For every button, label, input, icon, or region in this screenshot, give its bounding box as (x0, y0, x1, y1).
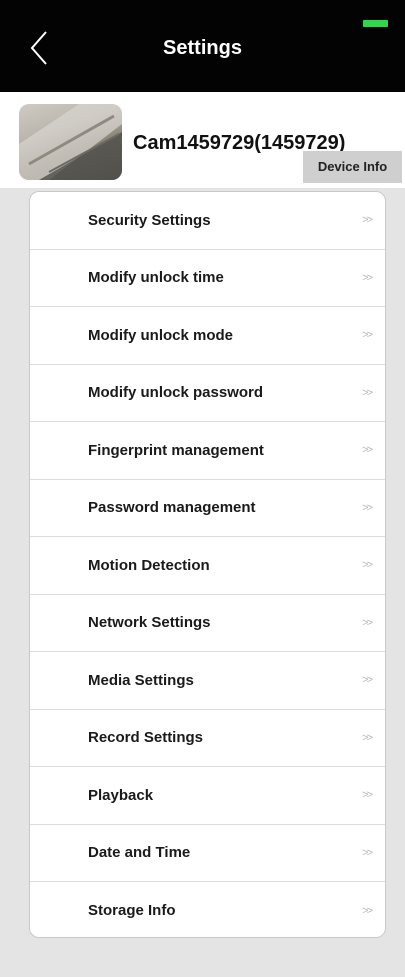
menu-item[interactable]: Record Settings >> (30, 710, 385, 767)
menu-item-label: Modify unlock time (88, 269, 224, 287)
double-chevron-right-icon: >> (362, 846, 373, 859)
page-title: Settings (163, 37, 242, 59)
double-chevron-right-icon: >> (362, 386, 373, 399)
menu-item-label: Playback (88, 786, 154, 804)
menu-item[interactable]: Modify unlock password >> (30, 365, 385, 422)
double-chevron-right-icon: >> (362, 789, 373, 802)
menu-item-label: Modify unlock mode (88, 326, 234, 344)
menu-item-label: Record Settings (88, 729, 204, 747)
top-nav-bar: Settings (0, 0, 405, 92)
menu-item[interactable]: Modify unlock mode >> (30, 307, 385, 365)
double-chevron-right-icon: >> (362, 329, 373, 342)
menu-item-label: Password management (88, 499, 256, 517)
menu-item-label: Motion Detection (88, 556, 210, 574)
menu-item[interactable]: Fingerprint management >> (30, 422, 385, 480)
menu-item[interactable]: Password management >> (30, 480, 385, 537)
menu-item[interactable]: Security Settings >> (30, 192, 385, 250)
camera-thumbnail[interactable] (19, 104, 122, 180)
settings-menu: Security Settings >> Modify unlock time >> M… (29, 191, 386, 938)
menu-item-label: Fingerprint management (88, 441, 264, 459)
menu-item[interactable]: Motion Detection >> (30, 537, 385, 595)
menu-item[interactable]: Playback >> (30, 767, 385, 825)
double-chevron-right-icon: >> (362, 559, 373, 572)
double-chevron-right-icon: >> (362, 444, 373, 457)
device-header: Cam1459729(1459729) Device Info (0, 92, 405, 188)
menu-item-label: Network Settings (88, 614, 211, 632)
menu-item-label: Security Settings (88, 211, 211, 229)
double-chevron-right-icon: >> (362, 616, 373, 629)
menu-item[interactable]: Date and Time >> (30, 825, 385, 882)
menu-item-label: Modify unlock password (88, 384, 264, 402)
double-chevron-right-icon: >> (362, 674, 373, 687)
double-chevron-right-icon: >> (362, 731, 373, 744)
double-chevron-right-icon: >> (362, 214, 373, 227)
double-chevron-right-icon: >> (362, 271, 373, 284)
menu-item-label: Media Settings (88, 671, 194, 689)
menu-item[interactable]: Media Settings >> (30, 652, 385, 710)
device-info-button[interactable]: Device Info (303, 151, 402, 183)
menu-item[interactable]: Modify unlock time >> (30, 250, 385, 307)
menu-item[interactable]: Storage Info >> (30, 882, 385, 937)
double-chevron-right-icon: >> (362, 501, 373, 514)
menu-item-label: Storage Info (88, 902, 176, 920)
double-chevron-right-icon: >> (362, 904, 373, 917)
menu-item-label: Date and Time (88, 844, 191, 862)
battery-indicator (363, 20, 388, 27)
menu-item[interactable]: Network Settings >> (30, 595, 385, 652)
